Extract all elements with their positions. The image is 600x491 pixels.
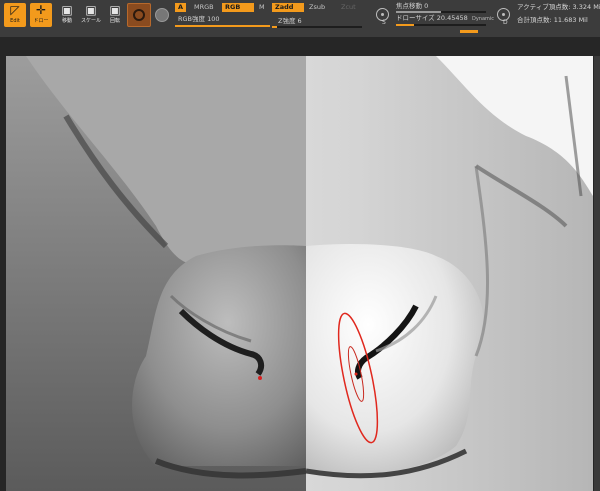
scale-button[interactable]: ▣ スケール bbox=[80, 3, 102, 27]
draw-button[interactable]: ✛ ドロー bbox=[30, 3, 52, 27]
top-toolbar: ◸ Edit ✛ ドロー ▣ 移動 ▣ スケール ▣ 回転 A MRGB RGB… bbox=[0, 0, 600, 37]
zsub-toggle[interactable]: Zsub bbox=[306, 3, 328, 12]
move-label: 移動 bbox=[61, 18, 72, 24]
total-points-readout: 合計頂点数: 11.683 Mil bbox=[517, 16, 588, 24]
a-toggle[interactable]: A bbox=[175, 3, 187, 12]
draw-size-label: ドローサイズ 20.45458 bbox=[396, 14, 468, 22]
active-points-readout: アクティブ頂点数: 3.324 Mil bbox=[517, 3, 600, 11]
edit-icon: ◸ bbox=[10, 3, 20, 17]
scale-icon: ▣ bbox=[85, 3, 97, 17]
draw-size-indicator bbox=[460, 30, 478, 33]
viewport-scrollbar[interactable] bbox=[594, 56, 600, 491]
rotate-label: 回転 bbox=[109, 18, 120, 24]
material-swatch-button[interactable] bbox=[127, 3, 151, 27]
move-icon: ▣ bbox=[61, 3, 73, 17]
rgb-intensity-label: RGB強度 100 bbox=[178, 15, 220, 23]
draw-size-fill bbox=[396, 24, 414, 26]
rgb-intensity-slider[interactable] bbox=[175, 25, 270, 27]
draw-label: ドロー bbox=[33, 18, 49, 24]
dynamic-toggle[interactable]: Dynamic bbox=[472, 15, 494, 23]
s-key-label: S bbox=[382, 19, 386, 26]
draw-icon: ✛ bbox=[35, 3, 47, 17]
scale-label: スケール bbox=[80, 18, 101, 24]
zcut-toggle[interactable]: Zcut bbox=[338, 3, 359, 12]
z-intensity-fill bbox=[272, 26, 278, 28]
move-button[interactable]: ▣ 移動 bbox=[56, 3, 78, 27]
edit-label: Edit bbox=[10, 18, 20, 24]
zadd-toggle[interactable]: Zadd bbox=[272, 3, 304, 12]
sculpt-canvas[interactable] bbox=[6, 56, 593, 491]
d-key-label: D bbox=[503, 19, 508, 26]
texture-icon[interactable] bbox=[155, 8, 169, 22]
z-intensity-slider[interactable] bbox=[272, 26, 362, 28]
3d-viewport[interactable] bbox=[0, 37, 600, 491]
z-intensity-label: Z強度 6 bbox=[278, 17, 302, 25]
m-toggle[interactable]: M bbox=[256, 3, 268, 12]
nose-sculpt-render bbox=[6, 56, 593, 491]
rgb-toggle[interactable]: RGB bbox=[222, 3, 254, 12]
rgb-intensity-fill bbox=[175, 25, 270, 27]
rotate-icon: ▣ bbox=[109, 3, 121, 17]
material-sphere-icon bbox=[133, 9, 145, 21]
rotate-button[interactable]: ▣ 回転 bbox=[104, 3, 126, 27]
brush-dot-left bbox=[258, 376, 262, 380]
draw-size-slider[interactable] bbox=[396, 24, 486, 26]
focal-shift-fill bbox=[396, 11, 441, 13]
focal-shift-label: 焦点移動 0 bbox=[396, 2, 429, 10]
focal-shift-slider[interactable] bbox=[396, 11, 486, 13]
mrgb-toggle[interactable]: MRGB bbox=[191, 3, 217, 12]
edit-button[interactable]: ◸ Edit bbox=[4, 3, 26, 27]
